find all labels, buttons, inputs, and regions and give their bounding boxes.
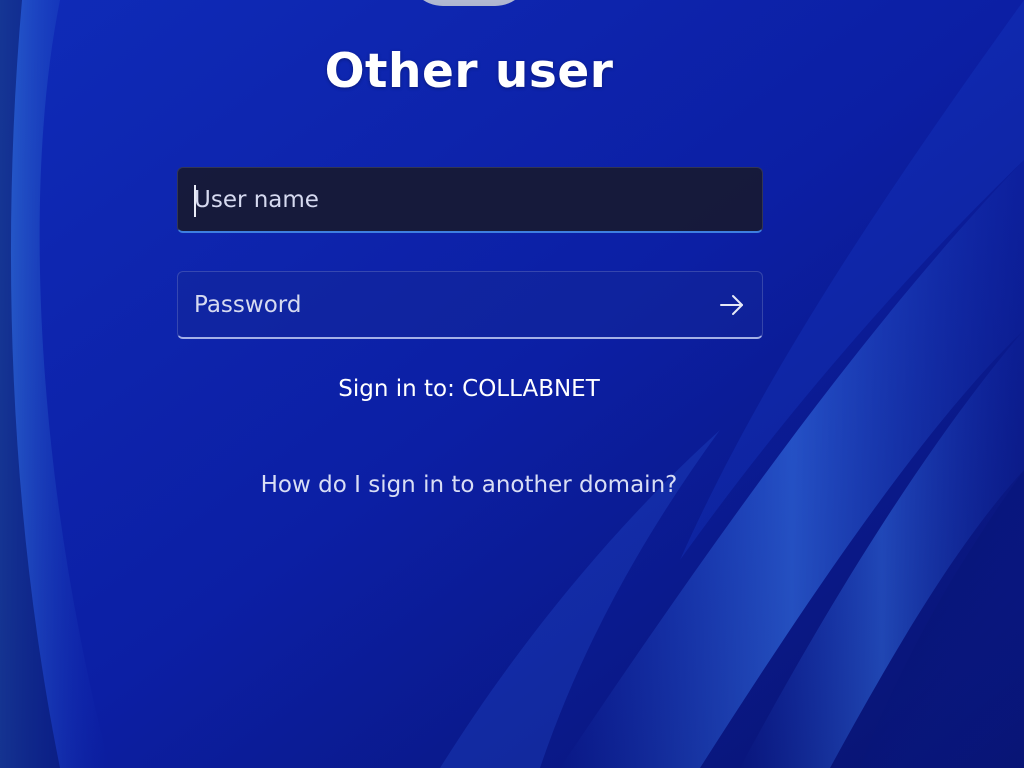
arrow-right-icon[interactable] (716, 289, 748, 321)
sign-in-domain-label: Sign in to: COLLABNET (338, 376, 600, 402)
username-input[interactable] (178, 168, 762, 231)
password-field[interactable] (177, 271, 763, 339)
another-domain-help-link[interactable]: How do I sign in to another domain? (0, 472, 938, 498)
page-title: Other user (324, 44, 614, 99)
text-caret (194, 185, 196, 217)
password-input[interactable] (178, 272, 762, 337)
username-field[interactable] (177, 167, 763, 233)
